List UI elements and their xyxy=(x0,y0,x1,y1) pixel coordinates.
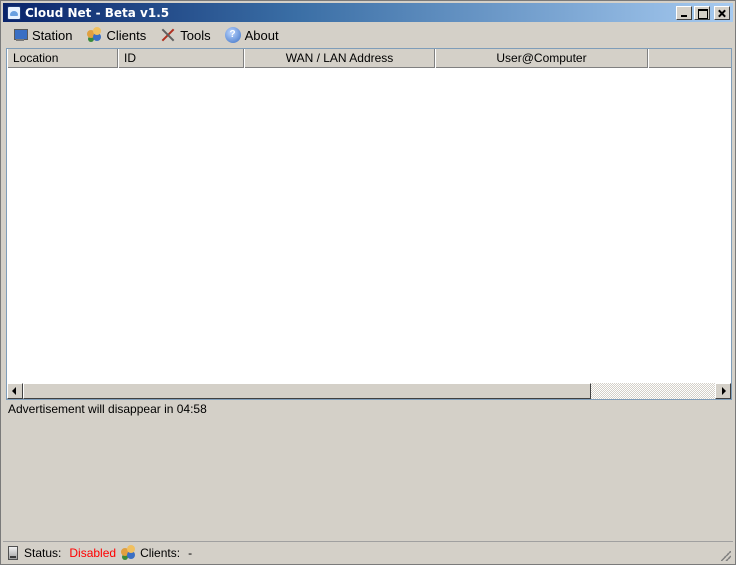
menu-about[interactable]: ? About xyxy=(218,25,286,45)
stations-list-view[interactable]: Location ID WAN / LAN Address User@Compu… xyxy=(6,48,732,400)
resize-grip[interactable] xyxy=(721,551,731,561)
advertisement-countdown: Advertisement will disappear in 04:58 xyxy=(8,402,207,416)
clients-value: - xyxy=(188,545,193,560)
monitor-icon xyxy=(12,27,28,43)
menu-tools-label: Tools xyxy=(180,27,211,43)
menu-bar: Station Clients Tools ? About xyxy=(5,25,286,45)
window-controls xyxy=(676,6,730,20)
horizontal-scrollbar[interactable] xyxy=(7,383,731,399)
menu-about-label: About xyxy=(244,27,279,43)
help-icon: ? xyxy=(224,27,241,43)
column-header-location[interactable]: Location xyxy=(7,49,118,68)
advertisement-area: Advertisement will disappear in 04:58 xyxy=(3,401,733,539)
close-button[interactable] xyxy=(714,6,730,20)
scroll-right-button[interactable] xyxy=(715,383,731,399)
list-body[interactable] xyxy=(7,68,731,384)
tools-icon xyxy=(160,27,176,43)
minimize-button[interactable] xyxy=(676,6,692,20)
main-window: Cloud Net - Beta v1.5 Station Clients To… xyxy=(0,0,736,565)
column-header-user-computer[interactable]: User@Computer xyxy=(435,49,648,68)
status-bar: Status: Disabled Clients: - xyxy=(3,541,733,563)
status-label: Status: xyxy=(24,545,62,560)
column-header-id[interactable]: ID xyxy=(118,49,244,68)
status-value: Disabled xyxy=(69,545,117,560)
column-header-address[interactable]: WAN / LAN Address xyxy=(244,49,435,68)
window-title: Cloud Net - Beta v1.5 xyxy=(25,5,170,20)
scroll-left-button[interactable] xyxy=(7,383,23,399)
users-icon xyxy=(86,27,102,43)
column-header-empty[interactable] xyxy=(648,49,731,68)
maximize-button[interactable] xyxy=(694,6,710,20)
station-status-icon xyxy=(8,545,18,560)
cloud-icon xyxy=(7,5,21,20)
menu-clients-label: Clients xyxy=(106,27,147,43)
title-bar[interactable]: Cloud Net - Beta v1.5 xyxy=(3,3,733,22)
menu-tools[interactable]: Tools xyxy=(153,25,217,45)
list-header: Location ID WAN / LAN Address User@Compu… xyxy=(7,49,731,68)
menu-station-label: Station xyxy=(32,27,73,43)
menu-station[interactable]: Station xyxy=(5,25,79,45)
scroll-thumb[interactable] xyxy=(23,383,591,399)
clients-label: Clients: xyxy=(140,545,181,560)
menu-clients[interactable]: Clients xyxy=(79,25,153,45)
clients-status-icon xyxy=(120,544,136,561)
